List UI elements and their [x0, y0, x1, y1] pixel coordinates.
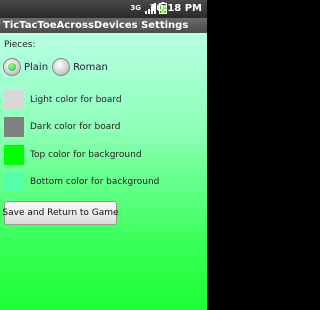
pieces-radio-group: Plain Roman — [3, 55, 112, 79]
status-bar: 3G 10:18 PM — [0, 0, 207, 18]
status-clock: 10:18 PM — [149, 3, 202, 14]
bottom-background-color-row[interactable]: Bottom color for background — [4, 172, 159, 192]
dark-board-color-label: Dark color for board — [30, 122, 121, 132]
light-board-color-row[interactable]: Light color for board — [4, 90, 122, 110]
light-board-color-label: Light color for board — [30, 95, 122, 105]
dark-board-color-row[interactable]: Dark color for board — [4, 117, 120, 137]
radio-roman[interactable] — [52, 58, 71, 76]
dark-board-color-swatch[interactable] — [4, 117, 24, 137]
radio-plain-label[interactable]: Plain — [24, 62, 48, 73]
top-background-color-swatch[interactable] — [4, 145, 24, 165]
pieces-label: Pieces: — [4, 40, 36, 50]
network-type: 3G — [130, 3, 141, 12]
window-title: TicTacToeAcrossDevices Settings — [0, 18, 207, 33]
settings-content: Pieces: Plain Roman Light color for boar… — [0, 33, 207, 310]
radio-plain[interactable] — [3, 58, 21, 76]
bottom-background-color-label: Bottom color for background — [30, 177, 160, 187]
top-background-color-label: Top color for background — [30, 150, 142, 160]
light-board-color-swatch[interactable] — [4, 90, 24, 110]
top-background-color-row[interactable]: Top color for background — [4, 145, 142, 165]
bottom-background-color-swatch[interactable] — [4, 172, 24, 192]
radio-roman-label[interactable]: Roman — [73, 62, 108, 73]
save-and-return-button[interactable]: Save and Return to Game — [2, 201, 119, 225]
